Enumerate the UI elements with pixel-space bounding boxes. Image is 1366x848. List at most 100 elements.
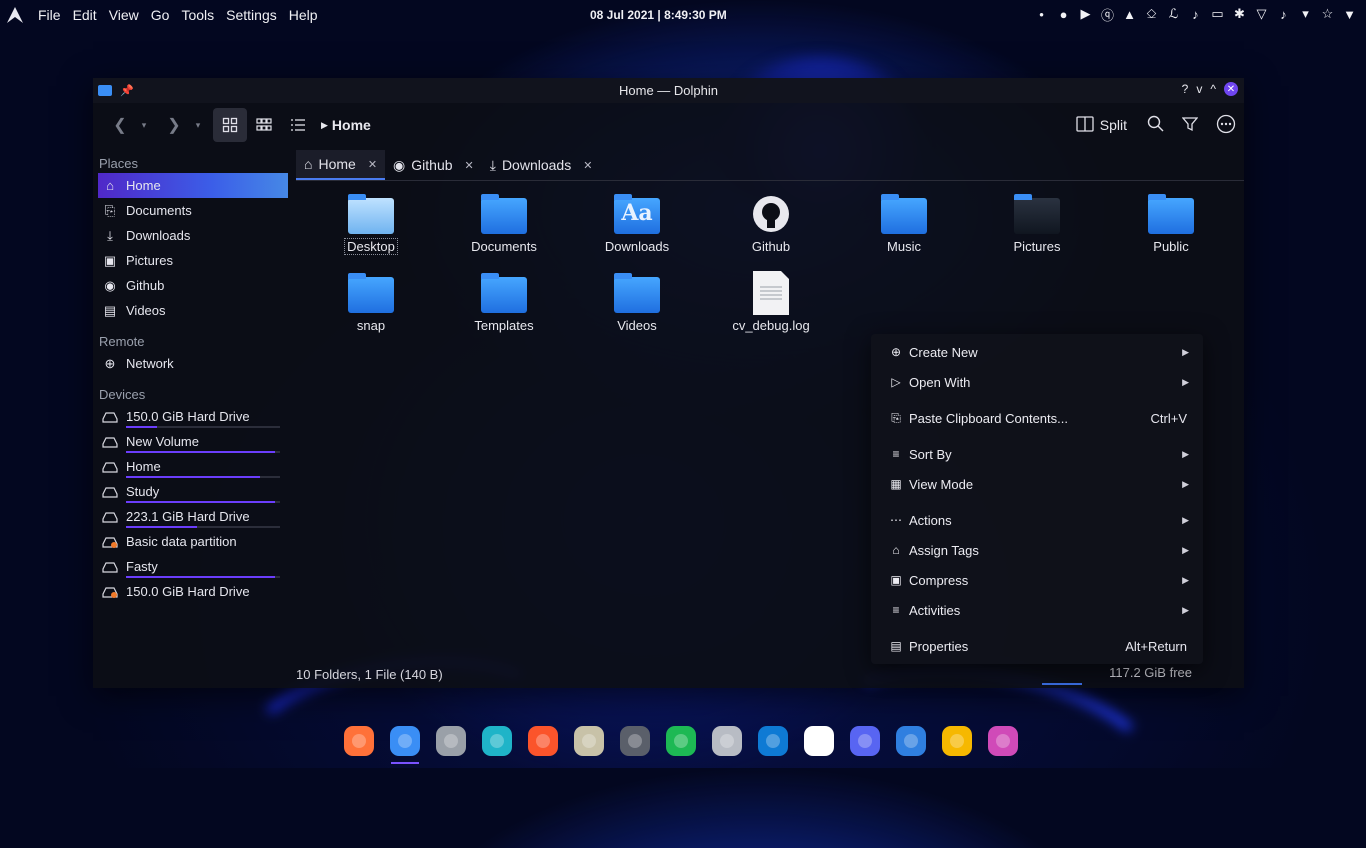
- file-item[interactable]: Pictures: [982, 192, 1092, 254]
- terminal-icon[interactable]: [432, 722, 470, 760]
- menu-help[interactable]: Help: [283, 7, 324, 23]
- device-item[interactable]: 223.1 GiB Hard Drive: [93, 504, 288, 529]
- inkscape-icon[interactable]: [708, 722, 746, 760]
- app-icon[interactable]: [98, 85, 112, 96]
- dolphin-icon[interactable]: [386, 722, 424, 764]
- maximize-button[interactable]: ^: [1210, 82, 1216, 96]
- firefox-icon[interactable]: [340, 722, 378, 760]
- discord-icon[interactable]: [846, 722, 884, 760]
- usb-icon[interactable]: ⎐: [1143, 4, 1160, 24]
- search-icon[interactable]: [1147, 115, 1164, 135]
- tab-github[interactable]: ◉ Github ✕: [385, 151, 482, 179]
- forward-button[interactable]: ❯: [157, 108, 191, 142]
- breadcrumb[interactable]: Home: [332, 117, 371, 133]
- sidebar-item-documents[interactable]: ⎘ Documents: [93, 198, 288, 223]
- menu-view[interactable]: View: [103, 7, 145, 23]
- close-button[interactable]: ✕: [1224, 82, 1238, 96]
- menu-settings[interactable]: Settings: [220, 7, 283, 23]
- wifi-icon[interactable]: ▽: [1253, 4, 1270, 24]
- edge-dev-icon[interactable]: [478, 722, 516, 760]
- file-item[interactable]: Desktop: [316, 192, 426, 255]
- sidebar-item-github[interactable]: ◉ Github: [93, 273, 288, 298]
- forward-history-dropdown[interactable]: ▾: [191, 108, 205, 142]
- menu-item-create-new[interactable]: ⊕ Create New ▶: [871, 338, 1203, 366]
- settings-icon[interactable]: [616, 722, 654, 760]
- menu-go[interactable]: Go: [145, 7, 176, 23]
- bluetooth-icon[interactable]: ✱: [1231, 4, 1248, 24]
- record-icon[interactable]: ●: [1055, 4, 1072, 24]
- droplet-icon[interactable]: •: [1033, 4, 1050, 24]
- filter-icon[interactable]: [1181, 116, 1199, 135]
- sidebar-item-network[interactable]: ⊕ Network: [93, 351, 288, 376]
- menu-file[interactable]: File: [32, 7, 67, 23]
- device-item[interactable]: Fasty: [93, 554, 288, 579]
- title-bar[interactable]: 📌 Home — Dolphin ? v ^ ✕: [93, 78, 1244, 103]
- file-item[interactable]: Public: [1116, 192, 1226, 254]
- slack-icon[interactable]: [800, 722, 838, 760]
- menu-item-actions[interactable]: ⋯ Actions ▶: [871, 506, 1203, 534]
- device-item[interactable]: Basic data partition: [93, 529, 288, 554]
- tab-home[interactable]: ⌂ Home ✕: [296, 150, 386, 180]
- back-history-dropdown[interactable]: ▾: [137, 108, 151, 142]
- menu-item-paste-clipboard-contents[interactable]: ⎘ Paste Clipboard Contents... Ctrl+V: [871, 404, 1203, 432]
- file-item[interactable]: Music: [849, 192, 959, 254]
- menu-tools[interactable]: Tools: [175, 7, 220, 23]
- device-item[interactable]: 150.0 GiB Hard Drive: [93, 579, 288, 604]
- volume-icon[interactable]: ♪: [1187, 4, 1204, 24]
- star-icon[interactable]: ☆: [1319, 4, 1336, 24]
- arch-logo-icon[interactable]: [4, 4, 26, 26]
- tab-downloads[interactable]: ⤓ Downloads ✕: [482, 151, 601, 179]
- menu-item-sort-by[interactable]: ≡ Sort By ▶: [871, 440, 1203, 468]
- compact-view-button[interactable]: [247, 108, 281, 142]
- file-item[interactable]: Videos: [582, 271, 692, 333]
- qbittorrent-icon[interactable]: [892, 722, 930, 760]
- sidebar-item-home[interactable]: ⌂ Home: [98, 173, 288, 198]
- sidebar-item-pictures[interactable]: ▣ Pictures: [93, 248, 288, 273]
- details-view-button[interactable]: [281, 108, 315, 142]
- vscode-icon[interactable]: [754, 722, 792, 760]
- back-button[interactable]: ❮: [103, 108, 137, 142]
- menu-item-open-with[interactable]: ▷ Open With ▶: [871, 368, 1203, 396]
- file-item[interactable]: Templates: [449, 271, 559, 333]
- paperclip-icon[interactable]: ℒ: [1165, 4, 1182, 24]
- device-item[interactable]: Home: [93, 454, 288, 479]
- icons-view-button[interactable]: [213, 108, 247, 142]
- file-item[interactable]: Documents: [449, 192, 559, 254]
- device-item[interactable]: Study: [93, 479, 288, 504]
- minimize-button[interactable]: v: [1196, 82, 1202, 96]
- play-icon[interactable]: ▶: [1077, 4, 1094, 24]
- file-item[interactable]: snap: [316, 271, 426, 333]
- more-options-icon[interactable]: [1216, 114, 1236, 137]
- battery-icon[interactable]: ▭: [1209, 4, 1226, 24]
- crop-icon[interactable]: [984, 722, 1022, 760]
- menu-item-view-mode[interactable]: ▦ View Mode ▶: [871, 470, 1203, 498]
- tab-close-icon[interactable]: ✕: [465, 159, 474, 172]
- split-icon[interactable]: [1076, 115, 1094, 135]
- sidebar-item-downloads[interactable]: ⤓ Downloads: [93, 223, 288, 248]
- device-item[interactable]: 150.0 GiB Hard Drive: [93, 404, 288, 429]
- menu-item-activities[interactable]: ≡ Activities ▶: [871, 596, 1203, 624]
- split-button[interactable]: Split: [1100, 117, 1127, 133]
- chevron-down-icon[interactable]: ▾: [1297, 4, 1314, 24]
- tab-close-icon[interactable]: ✕: [583, 159, 592, 172]
- clock[interactable]: 08 Jul 2021 | 8:49:30 PM: [590, 8, 727, 22]
- menu-item-properties[interactable]: ▤ Properties Alt+Return: [871, 632, 1203, 660]
- usb-creator-icon[interactable]: [570, 722, 608, 760]
- pin-icon[interactable]: 📌: [120, 84, 134, 97]
- menu-edit[interactable]: Edit: [67, 7, 103, 23]
- file-item[interactable]: Aa Downloads: [582, 192, 692, 254]
- file-item[interactable]: Github: [716, 192, 826, 254]
- spotify-icon[interactable]: [662, 722, 700, 760]
- menu-item-compress[interactable]: ▣ Compress ▶: [871, 566, 1203, 594]
- device-item[interactable]: New Volume: [93, 429, 288, 454]
- qbittorrent-icon[interactable]: ⓠ: [1099, 4, 1116, 24]
- help-button[interactable]: ?: [1182, 82, 1189, 96]
- vlc-icon[interactable]: ▲: [1121, 4, 1138, 24]
- sidebar-item-videos[interactable]: ▤ Videos: [93, 298, 288, 323]
- menu-item-assign-tags[interactable]: ⌂ Assign Tags ▶: [871, 536, 1203, 564]
- disk-usage-icon[interactable]: [938, 722, 976, 760]
- file-item[interactable]: cv_debug.log: [716, 271, 826, 333]
- volume-icon[interactable]: ♪: [1275, 4, 1292, 24]
- brave-icon[interactable]: [524, 722, 562, 760]
- dropdown-icon[interactable]: ▼: [1341, 4, 1358, 24]
